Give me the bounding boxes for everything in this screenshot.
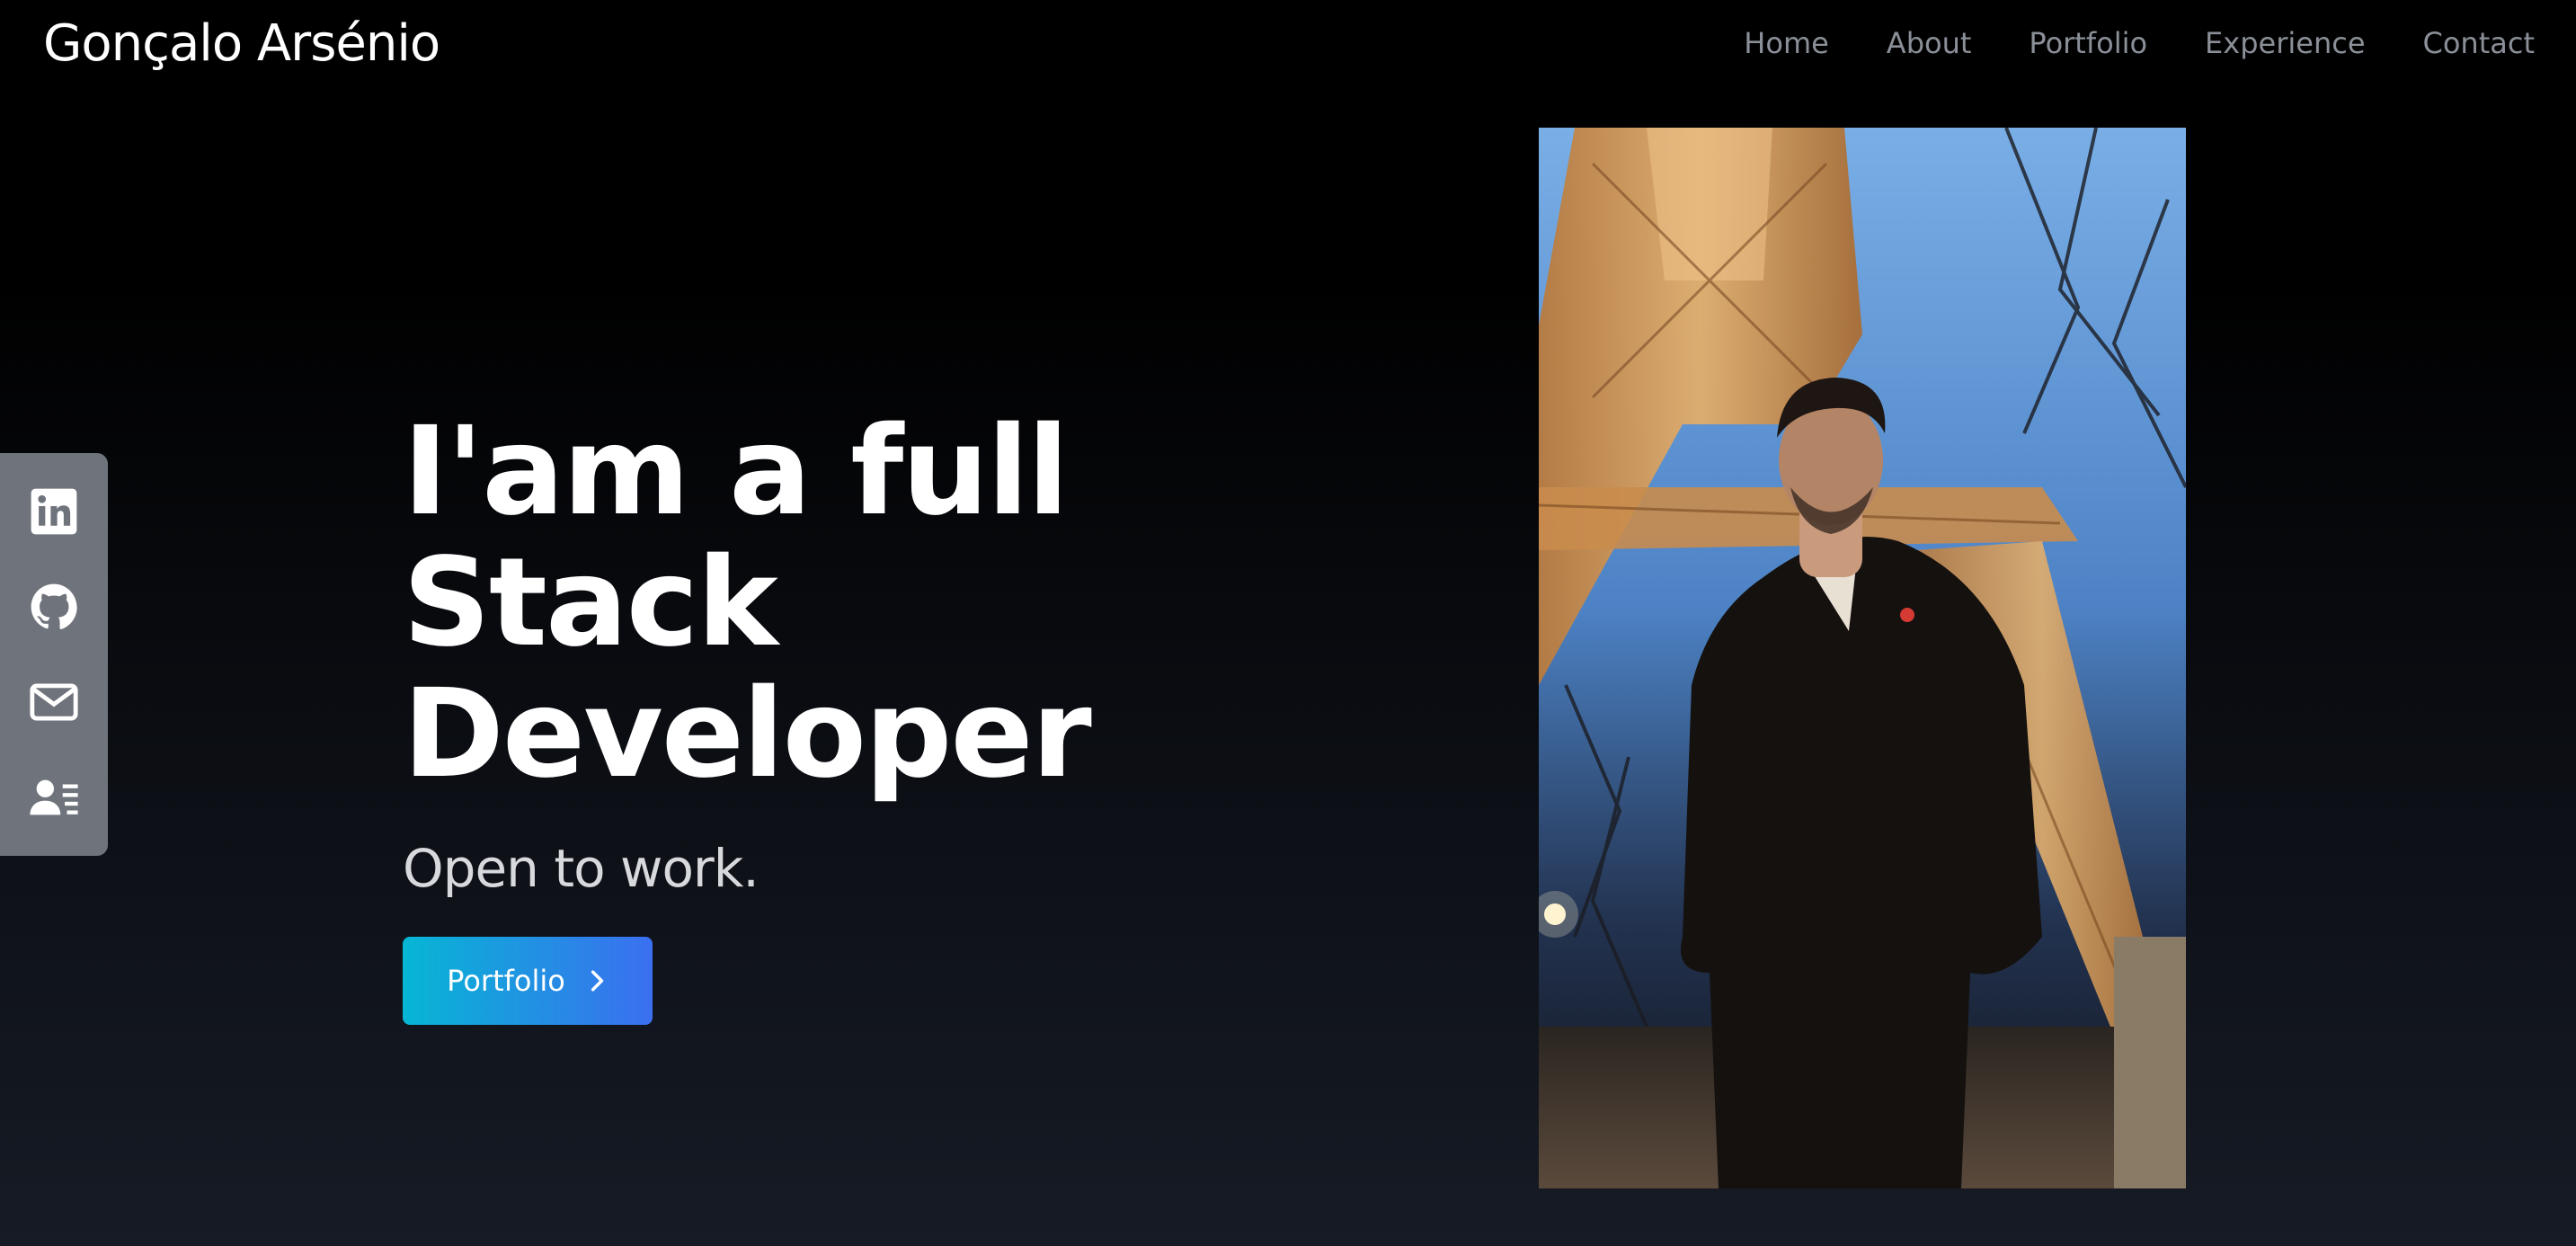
mail-icon [30, 683, 78, 721]
hero-headline-line-1: I'am a full Stack [403, 401, 1069, 674]
github-icon [31, 583, 77, 629]
nav-link-experience[interactable]: Experience [2205, 26, 2365, 60]
portfolio-button-label: Portfolio [447, 964, 565, 998]
navbar: Gonçalo Arsénio Home About Portfolio Exp… [0, 0, 2576, 86]
hero-subline: Open to work. [403, 838, 759, 899]
chevron-right-icon [591, 970, 603, 992]
contact-card-icon [30, 779, 78, 815]
site-brand[interactable]: Gonçalo Arsénio [43, 14, 440, 73]
linkedin-link[interactable] [25, 483, 83, 540]
social-sidebar [0, 453, 108, 856]
hero-headline: I'am a full Stack Developer [403, 406, 1481, 800]
nav-link-about[interactable]: About [1887, 26, 1972, 60]
linkedin-icon [31, 488, 77, 535]
nav-link-contact[interactable]: Contact [2423, 26, 2536, 60]
hero-headline-line-2: Developer [403, 663, 1092, 805]
profile-photo-illustration [1539, 128, 2186, 1188]
github-link[interactable] [25, 578, 83, 636]
email-link[interactable] [25, 673, 83, 731]
nav-links: Home About Portfolio Experience Contact [1744, 26, 2535, 60]
portfolio-button[interactable]: Portfolio [403, 937, 653, 1025]
resume-link[interactable] [25, 769, 83, 826]
nav-link-portfolio[interactable]: Portfolio [2029, 26, 2147, 60]
profile-photo [1539, 128, 2186, 1188]
nav-link-home[interactable]: Home [1744, 26, 1829, 60]
hero-section: I'am a full Stack Developer Open to work… [403, 406, 1481, 1025]
